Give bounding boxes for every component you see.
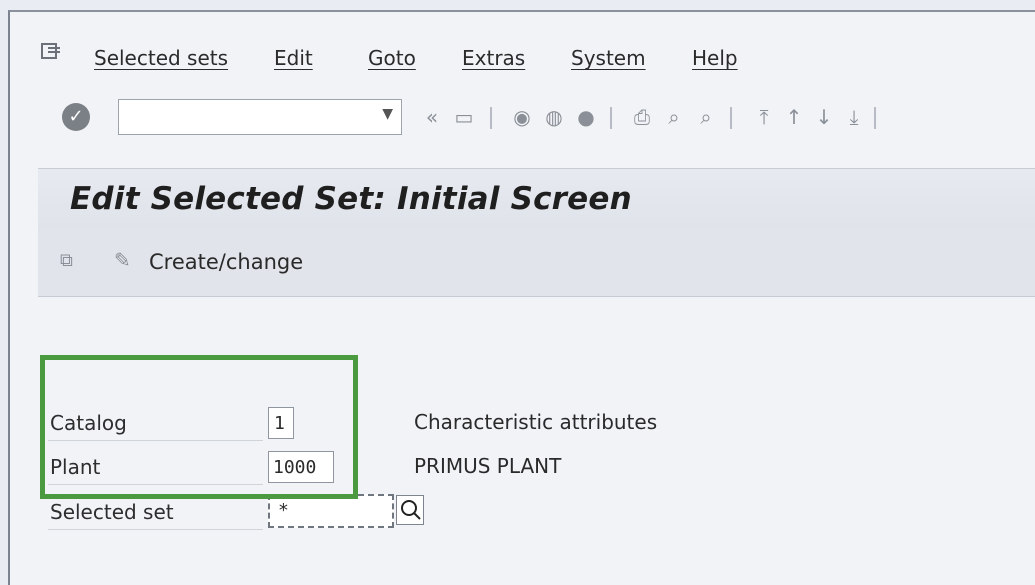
title-bar: Edit Selected Set: Initial Screen	[38, 168, 1035, 229]
search-icon	[401, 500, 421, 520]
menu-help[interactable]: Help	[692, 46, 738, 70]
enter-icon[interactable]: ✓	[62, 103, 90, 131]
application-toolbar: ⧉ ✎ Create/change	[38, 228, 1035, 297]
catalog-label: Catalog	[48, 408, 263, 441]
menu-edit[interactable]: Edit	[274, 46, 313, 70]
catalog-value: 1	[274, 413, 285, 434]
catalog-input[interactable]: 1	[268, 407, 294, 439]
selected-set-value: *	[278, 500, 289, 521]
plant-label: Plant	[48, 452, 263, 485]
previous-page-icon[interactable]: ↑	[782, 105, 806, 129]
print-icon[interactable]: ⎙	[630, 105, 654, 129]
menu-selected-sets[interactable]: Selected sets	[94, 46, 228, 70]
plant-value: 1000	[273, 457, 317, 478]
close-icon[interactable]: ●	[574, 105, 598, 129]
selected-set-label: Selected set	[48, 497, 263, 530]
selected-set-input[interactable]: *	[268, 494, 394, 528]
standard-toolbar: ✓ ▼ « ▭ ◉ ◍ ● ⎙ ⌕ ⌕ ⤒ ↑ ↓ ⤓	[10, 92, 1035, 144]
find-icon[interactable]: ⌕	[662, 105, 686, 129]
plant-label-text: Plant	[50, 455, 101, 479]
last-page-icon[interactable]: ⤓	[842, 105, 866, 129]
create-change-button[interactable]: Create/change	[149, 250, 303, 274]
other-object-icon[interactable]: ⧉	[60, 250, 73, 271]
find-next-icon[interactable]: ⌕	[694, 105, 718, 129]
search-help-button[interactable]	[396, 495, 424, 525]
chevron-down-icon[interactable]: ▼	[382, 106, 393, 122]
menu-bar: Selected sets Edit Goto Extras System He…	[10, 38, 1035, 86]
next-page-icon[interactable]: ↓	[812, 105, 836, 129]
catalog-description: Characteristic attributes	[414, 410, 658, 434]
page-title: Edit Selected Set: Initial Screen	[70, 181, 632, 217]
command-field[interactable]: ▼	[118, 99, 402, 135]
pencil-icon[interactable]: ✎	[114, 248, 131, 272]
catalog-label-text: Catalog	[50, 411, 127, 435]
cancel-icon[interactable]: ◍	[542, 105, 566, 129]
selected-set-label-text: Selected set	[50, 500, 174, 524]
menu-icon[interactable]	[40, 42, 62, 62]
plant-description: PRIMUS PLANT	[414, 454, 562, 478]
plant-input[interactable]: 1000	[268, 451, 334, 483]
save-icon[interactable]: ▭	[452, 105, 476, 129]
exit-icon[interactable]: ◉	[510, 105, 534, 129]
back-icon[interactable]: «	[420, 105, 444, 129]
menu-system[interactable]: System	[571, 46, 646, 70]
menu-goto[interactable]: Goto	[368, 46, 416, 70]
first-page-icon[interactable]: ⤒	[752, 105, 776, 129]
menu-extras[interactable]: Extras	[462, 46, 525, 70]
